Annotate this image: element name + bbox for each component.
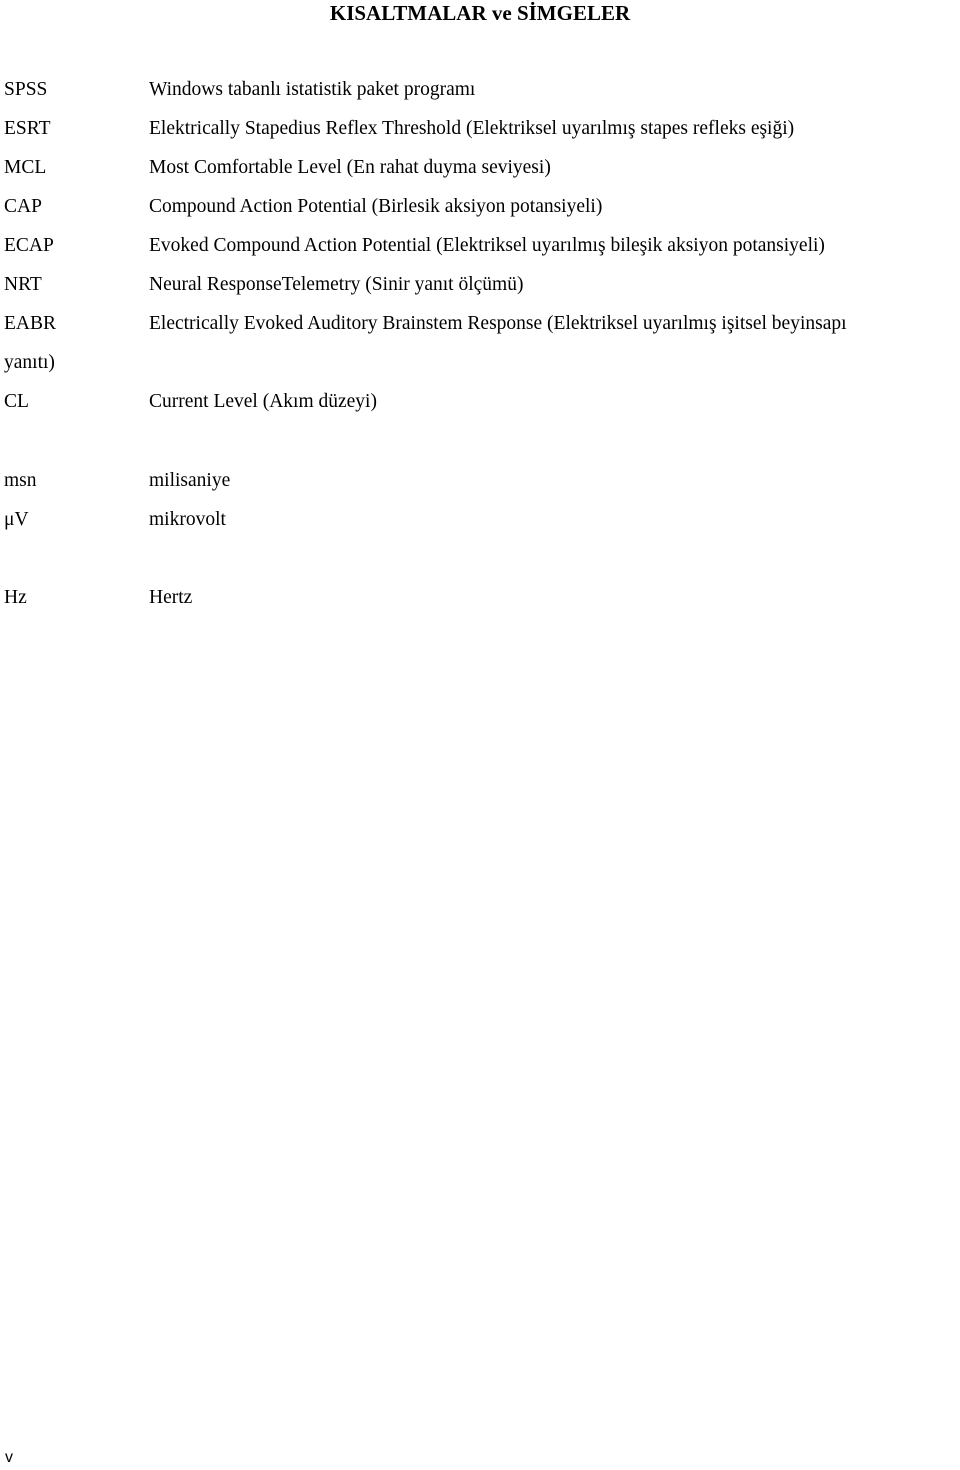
abbreviation-definition: Electrically Evoked Auditory Brainstem R… [149, 313, 847, 334]
abbreviation-term: NRT [4, 274, 42, 295]
page-number: v [5, 1449, 13, 1466]
unit-row-hz: Hz Hertz [0, 583, 960, 613]
abbreviation-term: ECAP [4, 235, 54, 256]
unit-symbol: Hz [4, 587, 27, 608]
unit-row-msn: msn milisaniye [0, 466, 960, 496]
abbreviation-term: SPSS [4, 79, 48, 100]
abbreviation-definition: Evoked Compound Action Potential (Elektr… [149, 235, 825, 256]
unit-symbol: msn [4, 470, 37, 491]
abbreviation-definition: Compound Action Potential (Birlesik aksi… [149, 196, 603, 217]
abbreviation-definition-continuation: yanıtı) [4, 352, 55, 373]
abbreviation-term: CL [4, 391, 29, 412]
abbreviation-row-cl: CL Current Level (Akım düzeyi) [0, 387, 960, 417]
abbreviation-definition: Most Comfortable Level (En rahat duyma s… [149, 157, 551, 178]
abbreviation-term: MCL [4, 157, 47, 178]
unit-definition: Hertz [149, 587, 193, 608]
unit-definition: milisaniye [149, 470, 231, 491]
abbreviation-term: ESRT [4, 118, 51, 139]
abbreviation-definition: Current Level (Akım düzeyi) [149, 391, 377, 412]
abbreviation-definition: Elektrically Stapedius Reflex Threshold … [149, 118, 795, 139]
abbreviation-row-eabr: EABR Electrically Evoked Auditory Brains… [0, 309, 960, 339]
abbreviation-term: CAP [4, 196, 42, 217]
abbreviation-definition: Windows tabanlı istatistik paket program… [149, 79, 476, 100]
abbreviation-row-esrt: ESRT Elektrically Stapedius Reflex Thres… [0, 114, 960, 144]
abbreviation-term: EABR [4, 313, 57, 334]
unit-symbol: μV [4, 509, 29, 530]
abbreviation-row-mcl: MCL Most Comfortable Level (En rahat duy… [0, 153, 960, 183]
abbreviation-definition: Neural ResponseTelemetry (Sinir yanıt öl… [149, 274, 524, 295]
abbreviation-row-spss: SPSS Windows tabanlı istatistik paket pr… [0, 75, 960, 105]
unit-row-microvolt: μV mikrovolt [0, 505, 960, 535]
abbreviation-row-cap: CAP Compound Action Potential (Birlesik … [0, 192, 960, 222]
unit-definition: mikrovolt [149, 509, 226, 530]
page-title: KISALTMALAR ve SİMGELER [329, 1, 631, 25]
abbreviation-row-ecap: ECAP Evoked Compound Action Potential (E… [0, 231, 960, 261]
abbreviation-row-nrt: NRT Neural ResponseTelemetry (Sinir yanı… [0, 270, 960, 300]
